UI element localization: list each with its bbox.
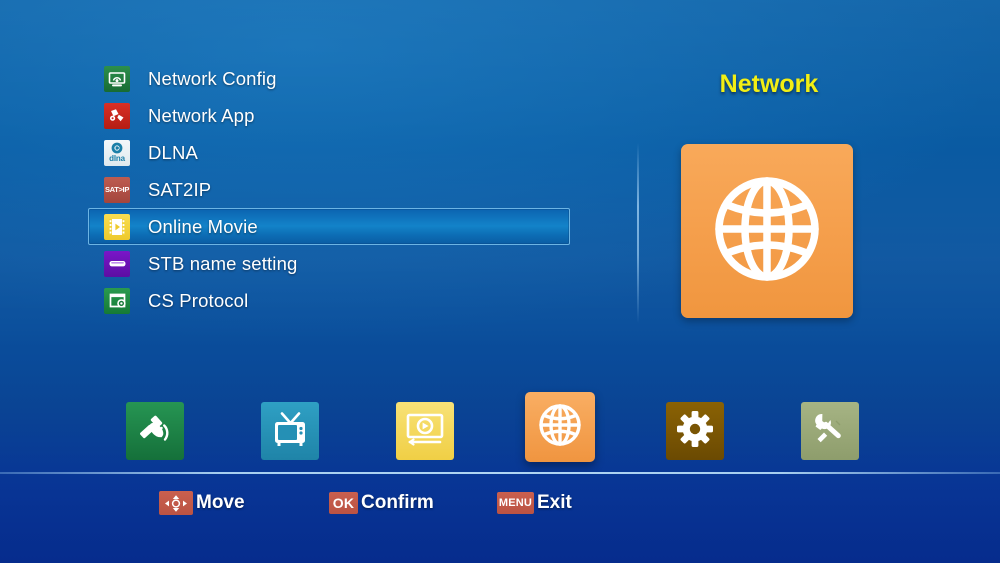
icon-bar-item-network[interactable]	[525, 392, 595, 462]
stb-name-icon	[104, 250, 130, 277]
icon-bar-item-media-player[interactable]	[396, 402, 454, 460]
icon-bar-item-tools[interactable]	[801, 402, 859, 460]
satellite-icon	[134, 408, 176, 455]
menu-item-cs-protocol[interactable]: CS Protocol	[88, 282, 570, 319]
media-player-icon	[403, 407, 447, 456]
menu-item-label: STB name setting	[148, 252, 298, 274]
preview-tile-network	[681, 144, 853, 318]
menu-item-label: Network App	[148, 104, 255, 126]
footer-divider	[0, 472, 1000, 474]
icon-bar-item-settings[interactable]	[666, 402, 724, 460]
menu-item-network-app[interactable]: Network App	[88, 97, 570, 134]
online-movie-icon	[104, 213, 130, 240]
gear-icon	[675, 409, 715, 454]
stb-settings-screen: Network Config Network App dlna DLNA SAT…	[0, 0, 1000, 563]
sat2ip-icon: SAT>IP	[104, 176, 130, 203]
menu-item-dlna[interactable]: dlna DLNA	[88, 134, 570, 171]
dpad-icon	[159, 491, 193, 515]
dlna-icon: dlna	[104, 139, 130, 166]
icon-bar-item-satellite[interactable]	[126, 402, 184, 460]
main-menu-icon-bar	[0, 390, 1000, 470]
menu-key-badge: MENU	[497, 492, 534, 514]
menu-item-label: Network Config	[148, 67, 277, 89]
menu-item-network-config[interactable]: Network Config	[88, 60, 570, 97]
globe-icon	[708, 170, 826, 293]
menu-item-stb-name-setting[interactable]: STB name setting	[88, 245, 570, 282]
globe-icon	[536, 401, 584, 454]
menu-item-online-movie[interactable]: Online Movie	[88, 208, 570, 245]
tv-icon	[269, 408, 311, 455]
panel-divider	[637, 143, 639, 323]
menu-item-label: DLNA	[148, 141, 198, 163]
hint-move-label: Move	[196, 492, 245, 513]
footer-hint-bar: Move OK Confirm MENU Exit	[0, 488, 1000, 522]
network-menu-list: Network Config Network App dlna DLNA SAT…	[88, 60, 570, 319]
hint-exit: MENU Exit	[497, 488, 572, 518]
menu-item-label: Online Movie	[148, 215, 258, 237]
network-config-icon	[104, 65, 130, 92]
ok-key-badge: OK	[329, 492, 358, 514]
menu-item-label: CS Protocol	[148, 289, 249, 311]
hint-exit-label: Exit	[537, 492, 572, 513]
hint-move: Move	[159, 488, 245, 518]
hint-confirm: OK Confirm	[329, 488, 434, 518]
menu-item-sat2ip[interactable]: SAT>IP SAT2IP	[88, 171, 570, 208]
menu-item-label: SAT2IP	[148, 178, 212, 200]
network-app-icon	[104, 102, 130, 129]
icon-bar-item-tv[interactable]	[261, 402, 319, 460]
cs-protocol-icon	[104, 287, 130, 314]
hint-confirm-label: Confirm	[361, 492, 434, 513]
page-title: Network	[719, 70, 819, 98]
tools-icon	[809, 408, 851, 455]
